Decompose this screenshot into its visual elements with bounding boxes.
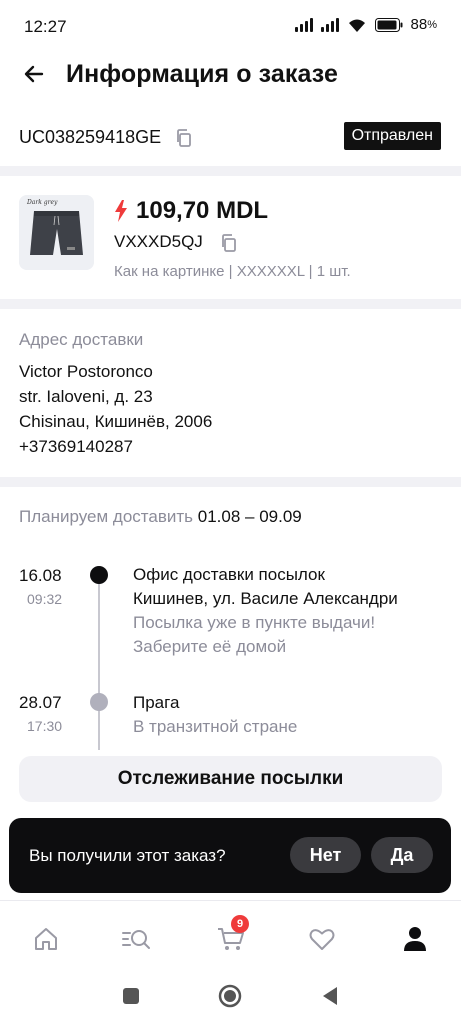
planned-delivery: Планируем доставить 01.08 – 09.09: [19, 507, 302, 527]
product-image[interactable]: Dark grey: [19, 195, 94, 270]
product-image-caption: Dark grey: [26, 199, 58, 206]
battery-icon: [374, 17, 403, 32]
profile-icon: [404, 927, 426, 951]
yes-button[interactable]: Да: [371, 837, 433, 873]
product-meta: Как на картинке | XXXXXXL | 1 шт.: [114, 263, 351, 280]
delivery-address: Адрес доставки Victor Postoronco str. Ia…: [19, 330, 439, 459]
product-price: 109,70 MDL: [114, 197, 268, 225]
bottom-nav: 9: [0, 900, 461, 970]
order-received-prompt: Вы получили этот заказ? Нет Да: [9, 818, 451, 893]
event-title: Офис доставки посылок: [133, 565, 325, 584]
status-bar: 12:27 88%: [0, 0, 461, 52]
event-dot: [90, 693, 108, 711]
status-time: 12:27: [24, 17, 67, 36]
event-dot-current: [90, 566, 108, 584]
copy-icon[interactable]: [219, 233, 239, 253]
header: Информация о заказе: [0, 52, 461, 98]
catalog-search-icon: [122, 930, 150, 949]
planned-label: Планируем доставить: [19, 507, 194, 526]
address-street: str. Ialoveni, д. 23: [19, 387, 153, 406]
circle-icon: [218, 984, 242, 1008]
product-card[interactable]: Dark grey 109,70 MDL VXXXD5QJ Как на кар…: [0, 185, 461, 295]
address-label: Адрес доставки: [19, 330, 144, 349]
system-nav-bar: [0, 970, 461, 1024]
event-status: Посылка уже в пункте выдачи!: [133, 613, 376, 632]
recipient-name: Victor Postoronco: [19, 362, 153, 381]
event-date: 16.08: [19, 566, 62, 585]
event-date: 28.07: [19, 693, 62, 712]
timeline-line: [98, 710, 100, 750]
nav-home[interactable]: [26, 919, 66, 959]
product-code: VXXXD5QJ: [114, 232, 203, 251]
cart-count-badge: 9: [231, 915, 249, 933]
event-status: В транзитной стране: [133, 717, 298, 736]
copy-icon[interactable]: [174, 128, 194, 148]
signal-icon: [294, 17, 313, 32]
home-button[interactable]: [218, 984, 242, 1008]
event-time: 17:30: [27, 718, 63, 734]
nav-catalog[interactable]: [116, 919, 156, 959]
heart-icon: [309, 929, 335, 950]
home-icon: [35, 928, 57, 950]
address-city: Chisinau, Кишинёв, 2006: [19, 412, 213, 431]
divider: [0, 166, 461, 176]
timeline-line: [98, 580, 100, 700]
nav-cart[interactable]: 9: [211, 915, 251, 959]
nav-profile[interactable]: [395, 919, 435, 959]
address-phone: +37369140287: [19, 437, 133, 456]
event-time: 09:32: [27, 591, 63, 607]
wifi-icon: [348, 19, 365, 32]
system-back-button[interactable]: [318, 984, 342, 1008]
lightning-icon: [115, 200, 127, 222]
price-value: 109,70 MDL: [136, 197, 269, 224]
shorts-image: Dark grey: [19, 195, 94, 270]
status-badge: Отправлен: [343, 122, 441, 150]
tracking-row: UC038259418GE Отправлен: [0, 118, 461, 158]
no-button[interactable]: Нет: [290, 837, 361, 873]
page-title: Информация о заказе: [66, 60, 339, 88]
tracking-timeline: 16.08 09:32 Офис доставки посылок Кишине…: [0, 560, 461, 760]
recents-button[interactable]: [119, 984, 143, 1008]
track-parcel-button[interactable]: Отслеживание посылки: [19, 756, 442, 802]
triangle-back-icon: [323, 987, 337, 1005]
square-icon: [123, 988, 139, 1004]
event-title: Прага: [133, 693, 180, 712]
arrow-left-icon: [24, 65, 44, 83]
event-status-line2: Заберите её домой: [133, 637, 287, 656]
battery-level: 88: [410, 16, 428, 33]
back-button[interactable]: [18, 58, 50, 90]
nav-favorites[interactable]: [302, 919, 342, 959]
prompt-question: Вы получили этот заказ?: [29, 846, 226, 865]
divider: [0, 477, 461, 487]
status-icons: 88%: [294, 16, 437, 33]
event-title-line2: Кишинев, ул. Василе Александри: [133, 589, 398, 608]
tracking-number: UC038259418GE: [19, 127, 162, 147]
planned-dates: 01.08 – 09.09: [197, 507, 302, 526]
signal-icon: [320, 17, 339, 32]
divider: [0, 299, 461, 309]
